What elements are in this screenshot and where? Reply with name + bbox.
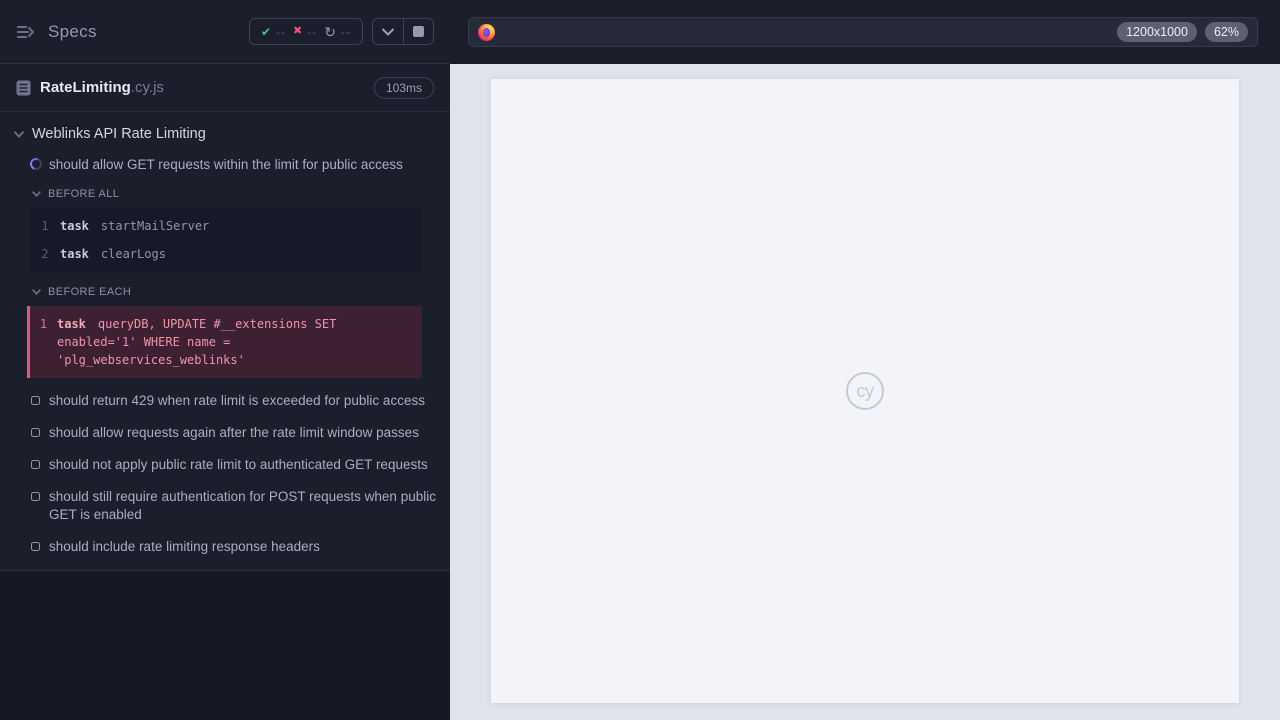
command-message: startMailServer: [100, 219, 210, 233]
spec-file-row[interactable]: RateLimiting .cy.js 103ms: [0, 64, 450, 112]
test-title: should include rate limiting response he…: [49, 539, 320, 554]
stat-pending: ↻ --: [324, 23, 351, 40]
test-row-pending[interactable]: should not apply public rate limit to au…: [30, 456, 436, 474]
reporter-header: Specs ✔ -- ✖ -- ↻ --: [0, 0, 450, 64]
file-icon: [16, 80, 31, 96]
browser-toolbar: 1200x1000 62%: [450, 0, 1280, 64]
sidebar-toggle-icon[interactable]: [16, 24, 36, 40]
viewport-size-badge: 1200x1000: [1117, 22, 1197, 42]
test-tree: Weblinks API Rate Limiting should allow …: [0, 112, 450, 570]
test-row-running[interactable]: should allow GET requests within the lim…: [28, 156, 436, 174]
specs-title: Specs: [48, 21, 97, 41]
command-method: task: [60, 247, 89, 261]
test-title: should return 429 when rate limit is exc…: [49, 393, 425, 408]
command-number: 1: [39, 317, 48, 331]
suite-row[interactable]: Weblinks API Rate Limiting: [14, 126, 436, 142]
chevron-down-icon: [32, 191, 41, 197]
pending-square-icon: [31, 460, 40, 469]
running-spinner-icon: [28, 156, 44, 172]
before-each-commands: 1 task queryDB, UPDATE #__extensions SET …: [27, 306, 422, 378]
pending-square-icon: [31, 492, 40, 501]
cypress-logo-text: cy: [856, 380, 875, 401]
x-icon: ✖: [293, 25, 303, 37]
test-row-pending[interactable]: should return 429 when rate limit is exc…: [30, 392, 436, 410]
hook-before-each[interactable]: BEFORE EACH: [32, 286, 436, 298]
zoom-level-badge: 62%: [1204, 22, 1248, 42]
chevron-down-icon: [14, 130, 24, 138]
command-message: queryDB, UPDATE #__extensions SET enable…: [57, 317, 337, 367]
browser-pane: 1200x1000 62% cy: [450, 0, 1280, 720]
test-title: should allow GET requests within the lim…: [49, 157, 403, 172]
stat-failed: ✖ --: [293, 24, 318, 39]
command-method: task: [60, 219, 89, 233]
spec-extension: .cy.js: [130, 79, 164, 96]
command-number: 1: [41, 219, 49, 233]
command-row[interactable]: 1 task startMailServer: [30, 212, 422, 240]
url-bar[interactable]: 1200x1000 62%: [468, 17, 1258, 47]
pending-square-icon: [31, 542, 40, 551]
command-row[interactable]: 2 task clearLogs: [30, 240, 422, 268]
hook-label: BEFORE EACH: [48, 286, 132, 298]
command-method: task: [57, 317, 86, 331]
test-stats: ✔ -- ✖ -- ↻ --: [248, 18, 363, 45]
run-controls: [372, 18, 434, 45]
test-title: should still require authentication for …: [49, 489, 436, 522]
reporter-sidebar: Specs ✔ -- ✖ -- ↻ -- RateLimiting .cy.js…: [0, 0, 450, 720]
firefox-icon: [478, 23, 495, 41]
spec-name: RateLimiting: [40, 79, 131, 96]
reporter-footer: [0, 570, 450, 720]
chevron-down-icon: [32, 289, 41, 295]
spec-duration-badge: 103ms: [373, 76, 434, 99]
restart-icon: ↻: [324, 23, 336, 40]
hook-before-all[interactable]: BEFORE ALL: [32, 188, 436, 200]
hook-label: BEFORE ALL: [48, 188, 120, 200]
app: Specs ✔ -- ✖ -- ↻ -- RateLimiting .cy.js…: [0, 0, 1280, 720]
check-icon: ✔: [260, 24, 272, 39]
pending-square-icon: [31, 396, 40, 405]
command-row-highlighted[interactable]: 1 task queryDB, UPDATE #__extensions SET …: [30, 310, 422, 374]
test-title: should allow requests again after the ra…: [49, 425, 419, 440]
stop-icon: [413, 26, 424, 37]
command-number: 2: [41, 247, 49, 261]
app-viewport: cy: [491, 79, 1239, 703]
pending-square-icon: [31, 428, 40, 437]
test-row-pending[interactable]: should still require authentication for …: [30, 488, 436, 524]
command-message: clearLogs: [100, 247, 166, 261]
stat-passed: ✔ --: [260, 24, 287, 39]
collapse-all-button[interactable]: [373, 19, 403, 44]
test-row-pending[interactable]: should allow requests again after the ra…: [30, 424, 436, 442]
test-row-pending[interactable]: should include rate limiting response he…: [30, 538, 436, 556]
suite-title: Weblinks API Rate Limiting: [32, 126, 206, 142]
test-title: should not apply public rate limit to au…: [49, 457, 428, 472]
before-all-commands: 1 task startMailServer 2 task clearLogs: [30, 208, 422, 272]
stage-background: cy: [450, 64, 1280, 720]
cypress-logo: cy: [846, 372, 884, 410]
stop-button[interactable]: [403, 19, 433, 44]
